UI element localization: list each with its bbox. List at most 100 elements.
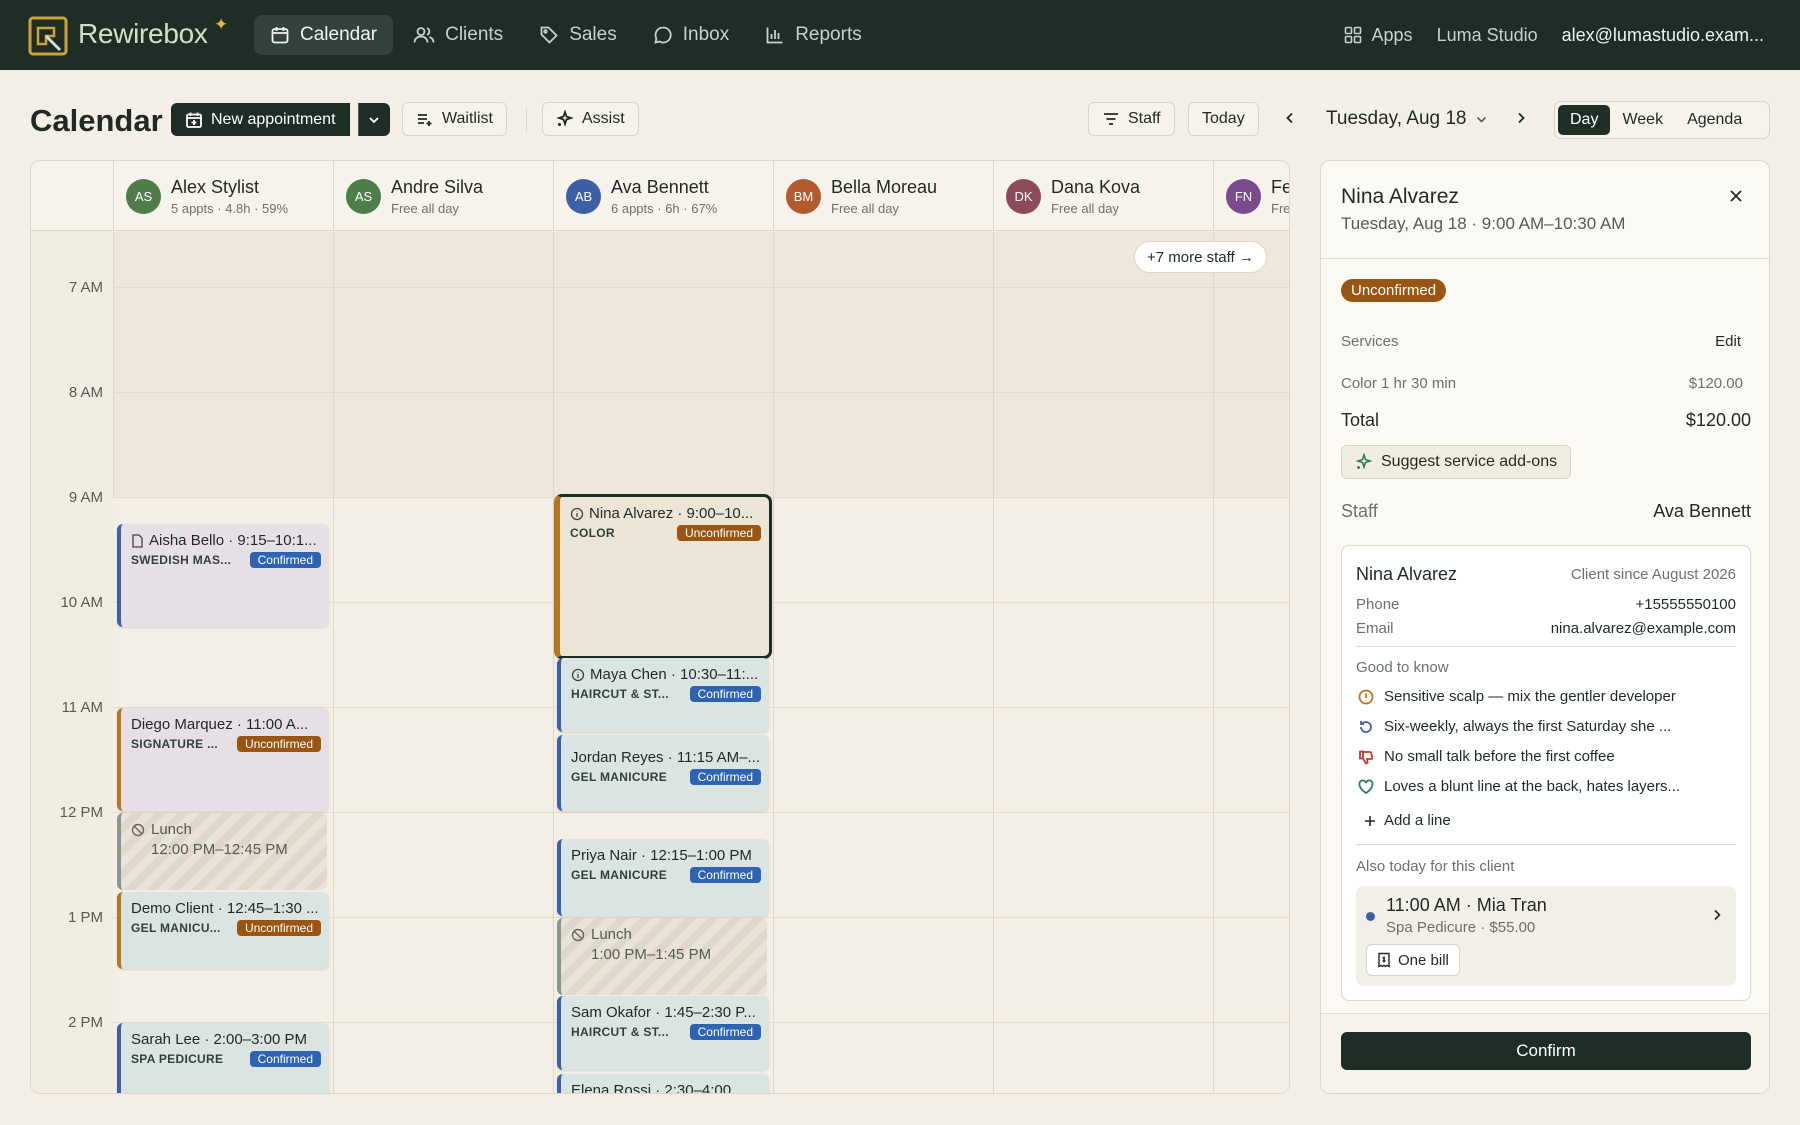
top-navigation-bar: Rewirebox ✦ Calendar Clients Sales Inbox… — [0, 0, 1800, 70]
view-week[interactable]: Week — [1610, 105, 1675, 135]
staff-value[interactable]: Ava Bennett — [1653, 501, 1751, 522]
appointment-priya[interactable]: Priya Nair · 12:15–1:00 PM GEL MANICURE C… — [557, 839, 769, 916]
service-name: SIGNATURE ... — [131, 737, 219, 751]
appointment-title: Jordan Reyes · 11:15 AM–... — [571, 749, 760, 766]
users-icon — [413, 27, 435, 43]
calendar-icon — [271, 27, 289, 44]
chevron-right-icon — [1714, 909, 1721, 921]
client-phone[interactable]: +15555550100 — [1635, 596, 1736, 613]
staff-column-ava[interactable]: AB Ava Bennett 6 appts · 6h · 67% — [553, 161, 773, 231]
client-since: Client since August 2026 — [1570, 566, 1736, 583]
date-picker[interactable]: Tuesday, Aug 18 — [1326, 108, 1488, 130]
appointment-sam[interactable]: Sam Okafor · 1:45–2:30 P... HAIRCUT & ST… — [557, 996, 769, 1070]
assist-button[interactable]: Assist — [542, 102, 639, 136]
staff-name: Ava Bennett — [611, 176, 709, 197]
view-agenda[interactable]: Agenda — [1675, 105, 1754, 135]
new-appointment-button[interactable]: New appointment — [171, 103, 350, 136]
appointment-diego[interactable]: Diego Marquez · 11:00 A... SIGNATURE ...… — [117, 708, 329, 811]
new-appointment-dropdown[interactable] — [358, 103, 390, 136]
lunch-block[interactable]: Lunch 12:00 PM–12:45 PM — [117, 813, 327, 890]
nav-calendar-label: Calendar — [300, 24, 378, 45]
avatar: FN — [1226, 178, 1261, 214]
also-today-heading: Also today for this client — [1356, 858, 1515, 875]
next-day-button[interactable] — [1507, 104, 1535, 132]
client-name[interactable]: Nina Alvarez — [1356, 564, 1457, 585]
avatar: AS — [346, 178, 381, 214]
email-label: Email — [1356, 620, 1394, 637]
total-row: Total $120.00 — [1341, 410, 1751, 431]
lunch-block[interactable]: Lunch 1:00 PM–1:45 PM — [557, 918, 767, 995]
staff-filter-button[interactable]: Staff — [1088, 102, 1175, 136]
appointment-aisha[interactable]: Aisha Bello · 9:15–10:1... SWEDISH MAS..… — [117, 524, 329, 627]
status-badge: Unconfirmed — [236, 920, 321, 936]
note-text: No small talk before the first coffee — [1384, 748, 1615, 765]
status-badge: Confirmed — [689, 769, 761, 785]
avatar: BM — [786, 178, 821, 214]
staff-column-alex[interactable]: AS Alex Stylist 5 appts · 4.8h · 59% — [113, 161, 333, 231]
main-nav: Calendar Clients Sales Inbox Reports — [254, 15, 878, 55]
view-day[interactable]: Day — [1558, 105, 1611, 135]
nav-clients[interactable]: Clients — [397, 15, 519, 55]
appointment-nina-selected[interactable]: Nina Alvarez · 9:00–10... COLOR Unconfirm… — [554, 494, 772, 659]
time-label: 7 AM — [68, 279, 103, 296]
staff-column-andre[interactable]: AS Andre Silva Free all day — [333, 161, 553, 231]
suggest-addons-button[interactable]: Suggest service add-ons — [1341, 445, 1572, 479]
block-icon — [571, 928, 585, 941]
service-name: HAIRCUT & ST... — [571, 1025, 669, 1039]
panel-header: Nina Alvarez Tuesday, Aug 18 · 9:00 AM–1… — [1321, 161, 1769, 259]
client-note[interactable]: Sensitive scalp — mix the gentler develo… — [1358, 688, 1733, 705]
also-today-appointment[interactable]: 11:00 AM · Mia Tran Spa Pedicure · $55.0… — [1356, 886, 1736, 986]
appointment-title: Sarah Lee · 2:00–3:00 PM — [131, 1031, 307, 1048]
nav-calendar[interactable]: Calendar — [254, 15, 394, 55]
studio-switcher[interactable]: Luma Studio — [1437, 25, 1538, 46]
client-note[interactable]: Six-weekly, always the first Saturday sh… — [1358, 718, 1733, 735]
top-right-menu: Apps Luma Studio alex@lumastudio.exam... — [1344, 0, 1764, 70]
one-bill-button[interactable]: One bill — [1366, 944, 1460, 976]
client-note[interactable]: Loves a blunt line at the back, hates la… — [1358, 778, 1733, 795]
confirm-button[interactable]: Confirm — [1341, 1032, 1751, 1070]
nav-inbox[interactable]: Inbox — [637, 15, 745, 55]
suggest-addons-label: Suggest service add-ons — [1381, 453, 1558, 470]
nav-sales[interactable]: Sales — [523, 15, 633, 55]
today-button[interactable]: Today — [1188, 102, 1259, 136]
brand-name: Rewirebox — [78, 18, 208, 49]
account-email[interactable]: alex@lumastudio.exam... — [1562, 25, 1764, 46]
staff-column-fe[interactable]: FN Fe Fre — [1213, 161, 1290, 231]
staff-name: Alex Stylist — [171, 176, 260, 197]
staff-header-row: AS Alex Stylist 5 appts · 4.8h · 59% AS A… — [31, 161, 1290, 231]
appointment-title: Maya Chen · 10:30–11:... — [590, 666, 759, 683]
appointment-elena[interactable]: Elena Rossi · 2:30–4:00 — [557, 1074, 769, 1093]
staff-column-dana[interactable]: DK Dana Kova Free all day — [993, 161, 1213, 231]
client-note[interactable]: No small talk before the first coffee — [1358, 748, 1733, 765]
status-badge: Unconfirmed — [676, 525, 761, 541]
service-line-name: Color 1 hr 30 min — [1341, 375, 1457, 392]
time-label: 1 PM — [67, 909, 103, 926]
edit-services-link[interactable]: Edit — [1715, 333, 1741, 350]
status-badge: Confirmed — [249, 1051, 321, 1067]
staff-column-bella[interactable]: BM Bella Moreau Free all day — [773, 161, 993, 231]
previous-day-button[interactable] — [1276, 104, 1304, 132]
note-text: Six-weekly, always the first Saturday sh… — [1384, 718, 1672, 735]
lunch-time: 1:00 PM–1:45 PM — [591, 946, 712, 963]
appointment-jordan[interactable]: Jordan Reyes · 11:15 AM–... GEL MANICURE… — [557, 735, 769, 811]
receipt-icon — [1378, 952, 1390, 968]
staff-row: Staff Ava Bennett — [1341, 501, 1751, 522]
staff-filter-label: Staff — [1128, 110, 1161, 127]
waitlist-button[interactable]: Waitlist — [402, 102, 507, 136]
calendar-grid: AS Alex Stylist 5 appts · 4.8h · 59% AS A… — [30, 160, 1290, 1094]
appointment-title: Nina Alvarez · 9:00–10... — [589, 505, 754, 522]
close-panel-button[interactable] — [1723, 183, 1749, 209]
chevron-down-icon — [369, 116, 379, 123]
add-line-button[interactable]: Add a line — [1364, 812, 1451, 829]
staff-name: Fe — [1271, 176, 1290, 197]
client-email[interactable]: nina.alvarez@example.com — [1551, 620, 1736, 637]
appointment-sarah[interactable]: Sarah Lee · 2:00–3:00 PM SPA PEDICURE Con… — [117, 1023, 329, 1093]
total-amount: $120.00 — [1685, 410, 1751, 430]
apps-button[interactable]: Apps — [1344, 25, 1413, 46]
appointment-maya[interactable]: Maya Chen · 10:30–11:... HAIRCUT & ST...… — [557, 658, 769, 732]
nav-reports[interactable]: Reports — [749, 15, 878, 55]
appointment-demo[interactable]: Demo Client · 12:45–1:30 ... GEL MANICU.… — [117, 892, 329, 969]
more-staff-button[interactable]: +7 more staff → — [1134, 241, 1267, 273]
brand-logo[interactable]: Rewirebox — [28, 12, 208, 56]
lunch-time: 12:00 PM–12:45 PM — [151, 841, 288, 858]
